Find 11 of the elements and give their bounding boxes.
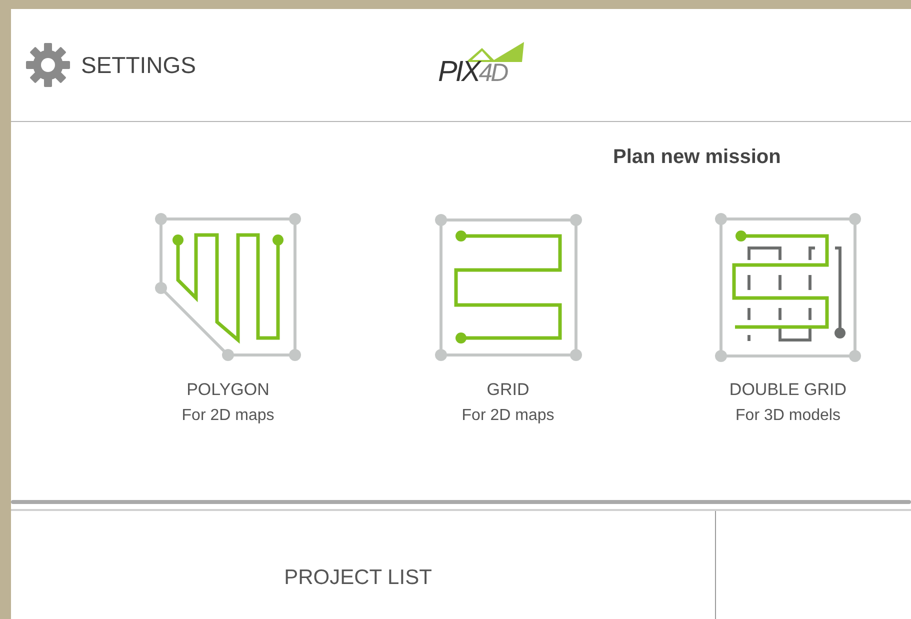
double-grid-route-icon <box>713 212 863 362</box>
logo-wordmark: PIX4D <box>438 58 507 86</box>
settings-button[interactable]: SETTINGS <box>25 42 196 88</box>
settings-icon <box>25 42 71 88</box>
section-title: Plan new mission <box>613 146 781 169</box>
mission-option[interactable]: GRID For 2D maps <box>418 212 598 425</box>
mission-option[interactable]: DOUBLE GRID For 3D models <box>698 212 878 425</box>
polygon-route-icon <box>153 212 303 362</box>
mission-option[interactable]: POLYGON For 2D maps <box>138 212 318 425</box>
grid-route-icon <box>433 212 583 362</box>
project-list-button[interactable]: PROJECT LIST <box>284 511 432 590</box>
